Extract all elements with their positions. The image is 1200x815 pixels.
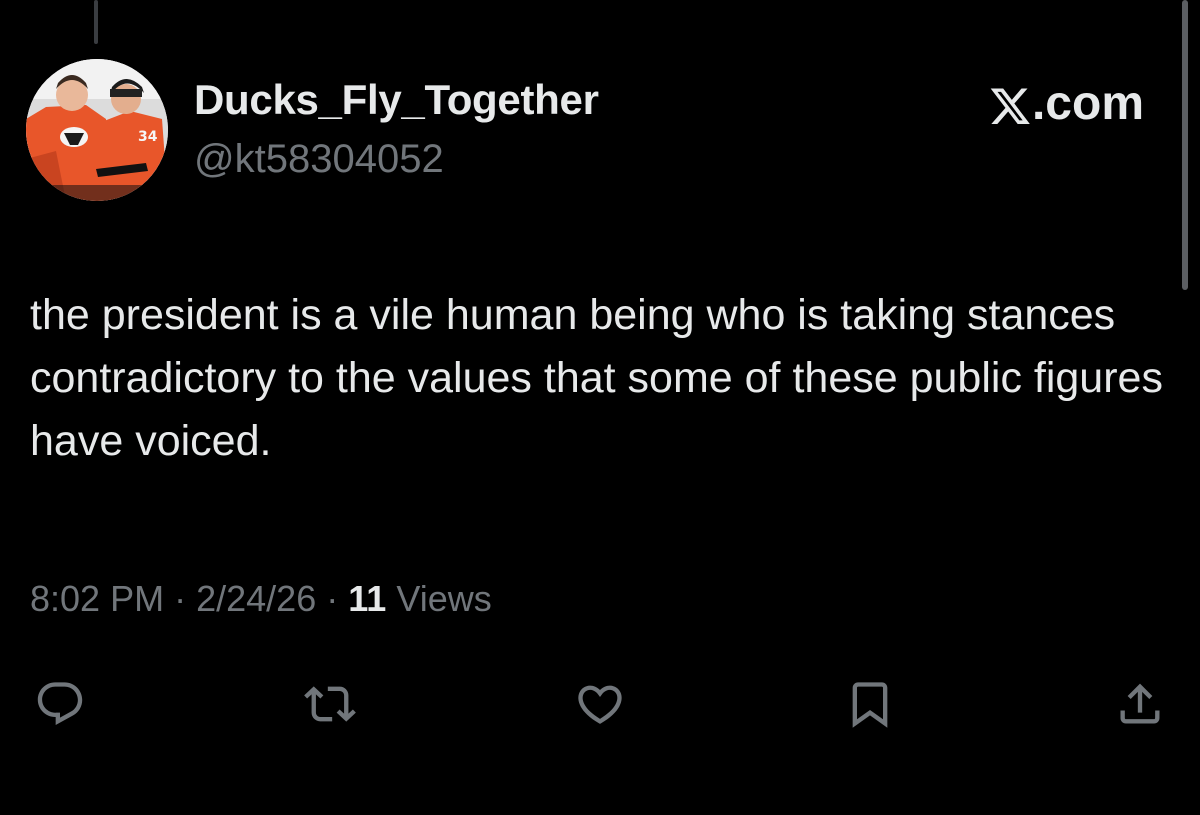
author-handle[interactable]: @kt58304052 [194, 137, 444, 182]
tweet-action-bar [0, 676, 1200, 736]
bookmark-button[interactable] [842, 676, 898, 732]
tweet-meta: 8:02 PM · 2/24/26 · 11 Views [30, 578, 492, 620]
x-logo-icon [990, 88, 1030, 124]
tweet-time[interactable]: 8:02 PM [30, 578, 164, 619]
hockey-players-avatar: 34 [26, 59, 168, 201]
heart-icon [578, 685, 622, 724]
scrollbar[interactable] [1182, 0, 1188, 290]
brand-label: .com [1031, 77, 1144, 130]
reply-icon [37, 682, 83, 726]
share-button[interactable] [1112, 676, 1168, 732]
avatar[interactable]: 34 [26, 59, 168, 201]
views-count: 11 [348, 578, 387, 619]
like-button[interactable] [572, 676, 628, 732]
bookmark-icon [852, 682, 888, 728]
views-label: Views [396, 578, 492, 619]
meta-separator: · [326, 578, 339, 619]
svg-text:34: 34 [138, 129, 158, 145]
brand-watermark: .com [990, 76, 1144, 131]
thread-connector-line [94, 0, 98, 44]
repost-icon [304, 686, 356, 722]
reply-button[interactable] [32, 676, 88, 732]
meta-separator: · [174, 578, 187, 619]
tweet-text: the president is a vile human being who … [30, 291, 1163, 465]
author-display-name[interactable]: Ducks_Fly_Together [194, 76, 599, 124]
tweet-date[interactable]: 2/24/26 [196, 578, 316, 619]
share-icon [1120, 683, 1160, 724]
repost-button[interactable] [302, 676, 358, 732]
